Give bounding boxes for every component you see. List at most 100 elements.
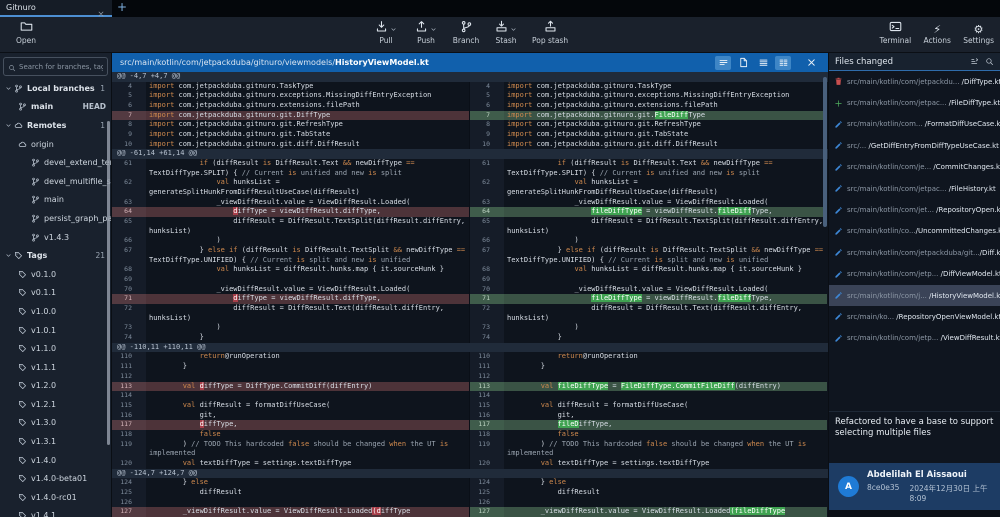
- sidebar-scrollbar[interactable]: [107, 121, 111, 445]
- diff-line-new: 64 fileDiffType = viewDiffResult.fileDif…: [470, 207, 828, 217]
- diff-line-new: 110 return@runOperation: [470, 352, 828, 362]
- sidebar-item-v1-2-1[interactable]: v1.2.1: [0, 395, 111, 414]
- sidebar-item-tags[interactable]: Tags21: [0, 246, 111, 265]
- line-number: 5: [112, 91, 146, 101]
- sidebar-item-v1-4-0[interactable]: v1.4.0: [0, 451, 111, 470]
- chevron-down-icon[interactable]: [430, 18, 437, 37]
- diff-line-new: 66 ): [470, 236, 828, 246]
- sidebar-item-local-branches[interactable]: Local branches1: [0, 79, 111, 98]
- chevron-down-icon[interactable]: [510, 18, 517, 37]
- main-toolbar: Open Pull Push Branch Stash Pop stash Termin…: [0, 17, 1000, 53]
- file-changed-item[interactable]: src/main/ko... /RepositoryOpenViewModel.…: [829, 306, 1000, 327]
- open-button[interactable]: Open: [12, 20, 40, 45]
- line-number: 65: [112, 217, 146, 236]
- sidebar-item-devel-multifile-select[interactable]: devel_multifile_select: [0, 172, 111, 191]
- author-name: Abdelilah El Aissaoui: [867, 470, 991, 480]
- file-changed-item[interactable]: src/main/kotlin/com/jet... /RepositoryOp…: [829, 199, 1000, 220]
- file-changed-item[interactable]: src/main/kotlin/com/je... /CommitChanges…: [829, 157, 1000, 178]
- line-number: 10: [470, 140, 504, 150]
- sidebar-item-v1-4-1[interactable]: v1.4.1: [0, 507, 111, 517]
- hunks-view-icon[interactable]: [715, 56, 731, 70]
- file-changed-item[interactable]: src/main/kotlin/com/jetpac... /FileHisto…: [829, 178, 1000, 199]
- sidebar-item-main[interactable]: main: [0, 191, 111, 210]
- settings-button[interactable]: ⚙Settings: [963, 20, 994, 45]
- sidebar-item-origin[interactable]: origin: [0, 135, 111, 154]
- avatar: A: [838, 476, 859, 497]
- actions-button[interactable]: ⚡Actions: [923, 20, 951, 45]
- diff-line-new: 74 }: [470, 333, 828, 343]
- push-button[interactable]: Push: [412, 20, 440, 45]
- pencil-icon: [834, 163, 843, 172]
- tab-gitnuro[interactable]: Gitnuro: [0, 0, 112, 17]
- new-tab-button[interactable]: +: [112, 0, 132, 17]
- chevron-down-icon[interactable]: [5, 252, 12, 259]
- file-changed-item[interactable]: src/main/kotlin/com/j... /HistoryViewMod…: [829, 285, 1000, 306]
- branch-search-box[interactable]: [3, 57, 108, 76]
- sidebar-item-persist-graph-paddin[interactable]: persist_graph_paddin: [0, 209, 111, 228]
- tree-view-toggle-icon[interactable]: [970, 57, 979, 66]
- sidebar-item-v1-1-1[interactable]: v1.1.1: [0, 358, 111, 377]
- chevron-down-icon[interactable]: [5, 122, 12, 129]
- search-icon: [8, 57, 16, 76]
- diff-line-old: 10import com.jetpackduba.gitnuro.git.dif…: [112, 140, 470, 150]
- diff-line-row: 117 diffType,117 fileDiffType,: [112, 420, 828, 430]
- sidebar-item-main[interactable]: mainHEAD: [0, 98, 111, 117]
- sidebar-item-v1-2-0[interactable]: v1.2.0: [0, 377, 111, 396]
- search-icon[interactable]: [985, 57, 994, 66]
- line-number: 69: [470, 275, 504, 285]
- line-number: 63: [112, 198, 146, 208]
- file-changed-item[interactable]: src/main/kotlin/com/jetpac... /FileDiffT…: [829, 92, 1000, 113]
- sidebar-item-v0-1-0[interactable]: v0.1.0: [0, 265, 111, 284]
- file-changed-item[interactable]: src/main/kotlin/com/jetp... /DiffViewMod…: [829, 264, 1000, 285]
- sidebar-item-v1-0-0[interactable]: v1.0.0: [0, 302, 111, 321]
- sidebar-item-v0-1-1[interactable]: v0.1.1: [0, 284, 111, 303]
- split-view-icon[interactable]: [775, 56, 791, 70]
- chevron-down-icon[interactable]: [5, 85, 12, 92]
- close-icon[interactable]: [803, 56, 819, 70]
- diff-line-new: 68 val hunksList = diffResult.hunks.map …: [470, 265, 828, 275]
- line-number: 10: [112, 140, 146, 150]
- file-changed-item[interactable]: src/main/kotlin/com/jetpackdu... /DiffTy…: [829, 71, 1000, 92]
- terminal-button[interactable]: Terminal: [880, 20, 912, 45]
- sidebar-item-v1-4-0-rc01[interactable]: v1.4.0-rc01: [0, 488, 111, 507]
- file-changed-item[interactable]: src/main/kotlin/com/jetp... /ViewDiffRes…: [829, 328, 1000, 349]
- branch-button[interactable]: Branch: [452, 20, 480, 45]
- sidebar-item-v1-4-3[interactable]: v1.4.3: [0, 228, 111, 247]
- sidebar-item-v1-0-1[interactable]: v1.0.1: [0, 321, 111, 340]
- diff-line-new: 114: [470, 391, 828, 401]
- diff-line-new: 8import com.jetpackduba.gitnuro.git.Refr…: [470, 120, 828, 130]
- commit-author-card[interactable]: A Abdelilah El Aissaoui 8ce0e35 2024年12月…: [829, 463, 1000, 510]
- chevron-down-icon[interactable]: [390, 18, 397, 37]
- diff-line-old: 116 git,: [112, 411, 470, 421]
- search-input[interactable]: [19, 63, 103, 71]
- tab-close-icon[interactable]: [97, 3, 106, 12]
- diff-line-new: 124 } else: [470, 478, 828, 488]
- diff-line-old: 125 diffResult: [112, 488, 470, 498]
- line-number: 118: [470, 430, 504, 440]
- sidebar-item-v1-4-0-beta01[interactable]: v1.4.0-beta01: [0, 469, 111, 488]
- file-changed-item[interactable]: src/main/kotlin/co.../UncommittedChanges…: [829, 221, 1000, 242]
- pencil-icon: [834, 227, 843, 236]
- pull-button[interactable]: Pull: [372, 20, 400, 45]
- diff-line-old: 113 val diffType = DiffType.CommitDiff(d…: [112, 382, 470, 392]
- sidebar-item-v1-3-1[interactable]: v1.3.1: [0, 432, 111, 451]
- line-number: 117: [470, 420, 504, 430]
- file-text-icon[interactable]: [735, 56, 751, 70]
- sidebar-item-remotes[interactable]: Remotes1: [0, 116, 111, 135]
- stash-button[interactable]: Stash: [492, 20, 520, 45]
- diff-body[interactable]: @@ -4,7 +4,7 @@4import com.jetpackduba.g…: [112, 72, 828, 517]
- line-number: 62: [470, 178, 504, 197]
- tab-title: Gitnuro: [6, 3, 97, 12]
- pop-stash-button[interactable]: Pop stash: [532, 20, 568, 45]
- file-changed-item[interactable]: src/main/kotlin/com/jetpackduba/git.../D…: [829, 242, 1000, 263]
- diff-scrollbar[interactable]: [823, 77, 827, 227]
- unified-view-icon[interactable]: [755, 56, 771, 70]
- sidebar-item-v1-3-0[interactable]: v1.3.0: [0, 414, 111, 433]
- tag-icon: [18, 400, 27, 409]
- line-number: 126: [470, 498, 504, 508]
- line-number: 120: [112, 459, 146, 469]
- sidebar-item-devel-extend-termina[interactable]: devel_extend_termina: [0, 153, 111, 172]
- file-changed-item[interactable]: src/... /GetDiffEntryFromDiffTypeUseCase…: [829, 135, 1000, 156]
- file-changed-item[interactable]: src/main/kotlin/com... /FormatDiffUseCas…: [829, 114, 1000, 135]
- sidebar-item-v1-1-0[interactable]: v1.1.0: [0, 339, 111, 358]
